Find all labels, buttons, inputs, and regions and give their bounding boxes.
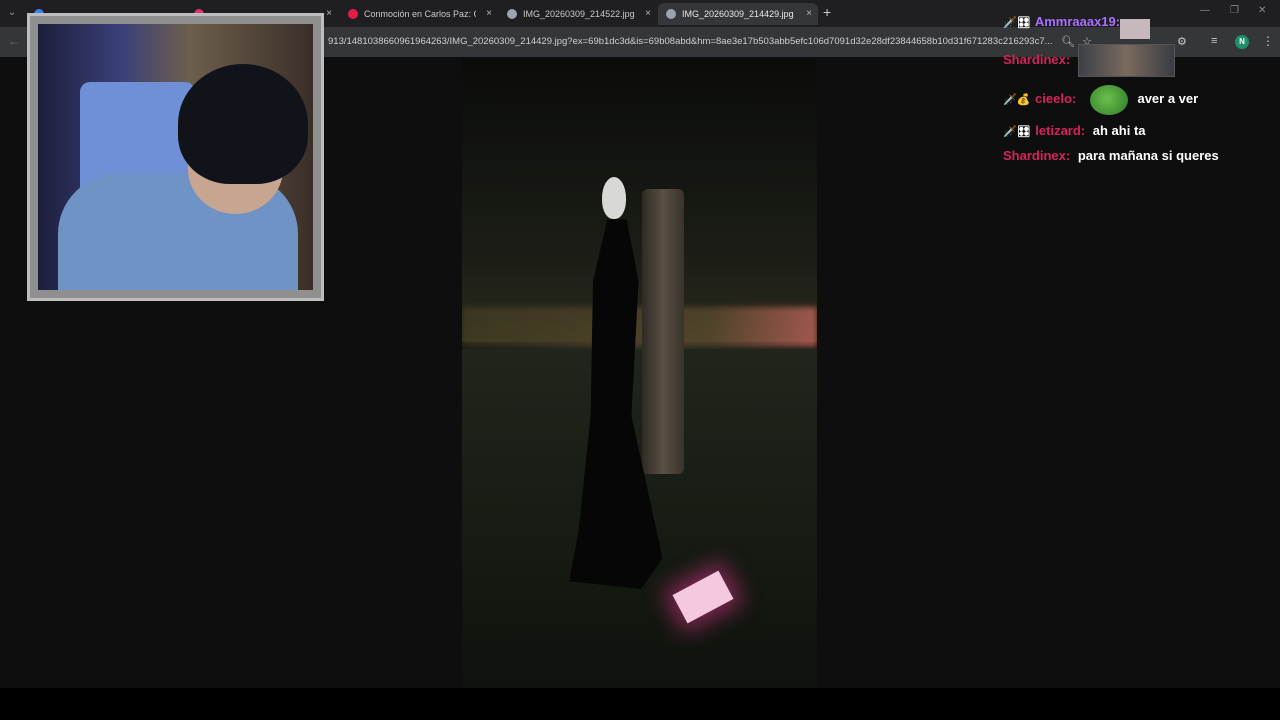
chat-message: Shardinex: para mañana si queres	[1003, 148, 1219, 163]
pepe-emote-icon	[1089, 84, 1128, 115]
tab-5-active[interactable]: IMG_20260309_214429.jpg (481 ×	[658, 3, 818, 25]
new-tab-button[interactable]: +	[823, 4, 831, 20]
address-bar[interactable]: 913/1481038660961964263/IMG_20260309_214…	[328, 36, 1058, 47]
chat-message: 🗡️🎛 Ammraaax19:	[1003, 14, 1124, 29]
chat-username: Shardinex:	[1003, 148, 1071, 163]
tab-title: IMG_20260309_214429.jpg (481	[682, 9, 796, 19]
back-arrow-icon[interactable]: ←	[8, 34, 20, 48]
profile-avatar[interactable]: N	[1235, 35, 1249, 49]
tab-favicon-icon	[348, 9, 358, 19]
minimize-icon[interactable]: —	[1200, 5, 1210, 16]
zoom-icon[interactable]: 🔍︎	[1061, 35, 1075, 48]
globe-icon	[666, 9, 676, 19]
chat-text: aver a ver	[1137, 91, 1199, 106]
maximize-icon[interactable]: ❐	[1230, 5, 1239, 16]
image-tree-trunk	[642, 189, 684, 474]
more-menu-icon[interactable]: ⋮	[1262, 34, 1274, 48]
chat-username: cieelo:	[1035, 91, 1077, 106]
tab-search-icon[interactable]: ⌄	[4, 5, 20, 21]
chat-username: Ammraaax19:	[1034, 14, 1121, 29]
close-tab-icon[interactable]: ×	[326, 3, 332, 25]
media-controls-icon[interactable]: ≡	[1211, 35, 1217, 47]
chat-avatar-thumbnail	[1120, 19, 1150, 39]
chat-badges: 🗡️🎛	[1003, 17, 1031, 29]
image-night-sky	[462, 59, 817, 343]
image-white-mask	[602, 177, 626, 219]
chat-message: 🗡️🎛 letizard: ah ahi ta	[1003, 123, 1146, 138]
tab-title: Conmoción en Carlos Paz: Cre	[364, 9, 476, 19]
viewed-image	[462, 59, 817, 688]
tab-title: IMG_20260309_214522.jpg (481	[523, 9, 635, 19]
extensions-icon[interactable]: ⚙	[1177, 35, 1187, 48]
chat-text: ah ahi ta	[1092, 123, 1146, 138]
close-tab-icon[interactable]: ×	[645, 3, 651, 25]
image-background-lights	[462, 307, 817, 347]
chat-text: para mañana si queres	[1077, 148, 1219, 163]
globe-icon	[507, 9, 517, 19]
tab-3[interactable]: Conmoción en Carlos Paz: Cre ×	[340, 3, 498, 25]
webcam-overlay	[27, 13, 324, 301]
chat-image-thumbnail	[1078, 44, 1175, 77]
chat-message: 🗡️💰 cieelo: aver a ver	[1003, 84, 1198, 115]
webcam-person-hair	[178, 64, 308, 184]
chat-username: Shardinex:	[1003, 52, 1071, 67]
tab-4[interactable]: IMG_20260309_214522.jpg (481 ×	[499, 3, 657, 25]
bottom-bar	[0, 688, 1280, 720]
close-tab-icon[interactable]: ×	[486, 3, 492, 25]
close-window-icon[interactable]: ✕	[1258, 5, 1266, 16]
close-tab-icon[interactable]: ×	[806, 3, 812, 25]
chat-username: letizard:	[1035, 123, 1086, 138]
webcam-feed	[38, 24, 313, 290]
chat-badges: 🗡️🎛	[1003, 126, 1031, 138]
chat-badges: 🗡️💰	[1003, 94, 1031, 106]
chat-message: Shardinex:	[1003, 52, 1074, 67]
